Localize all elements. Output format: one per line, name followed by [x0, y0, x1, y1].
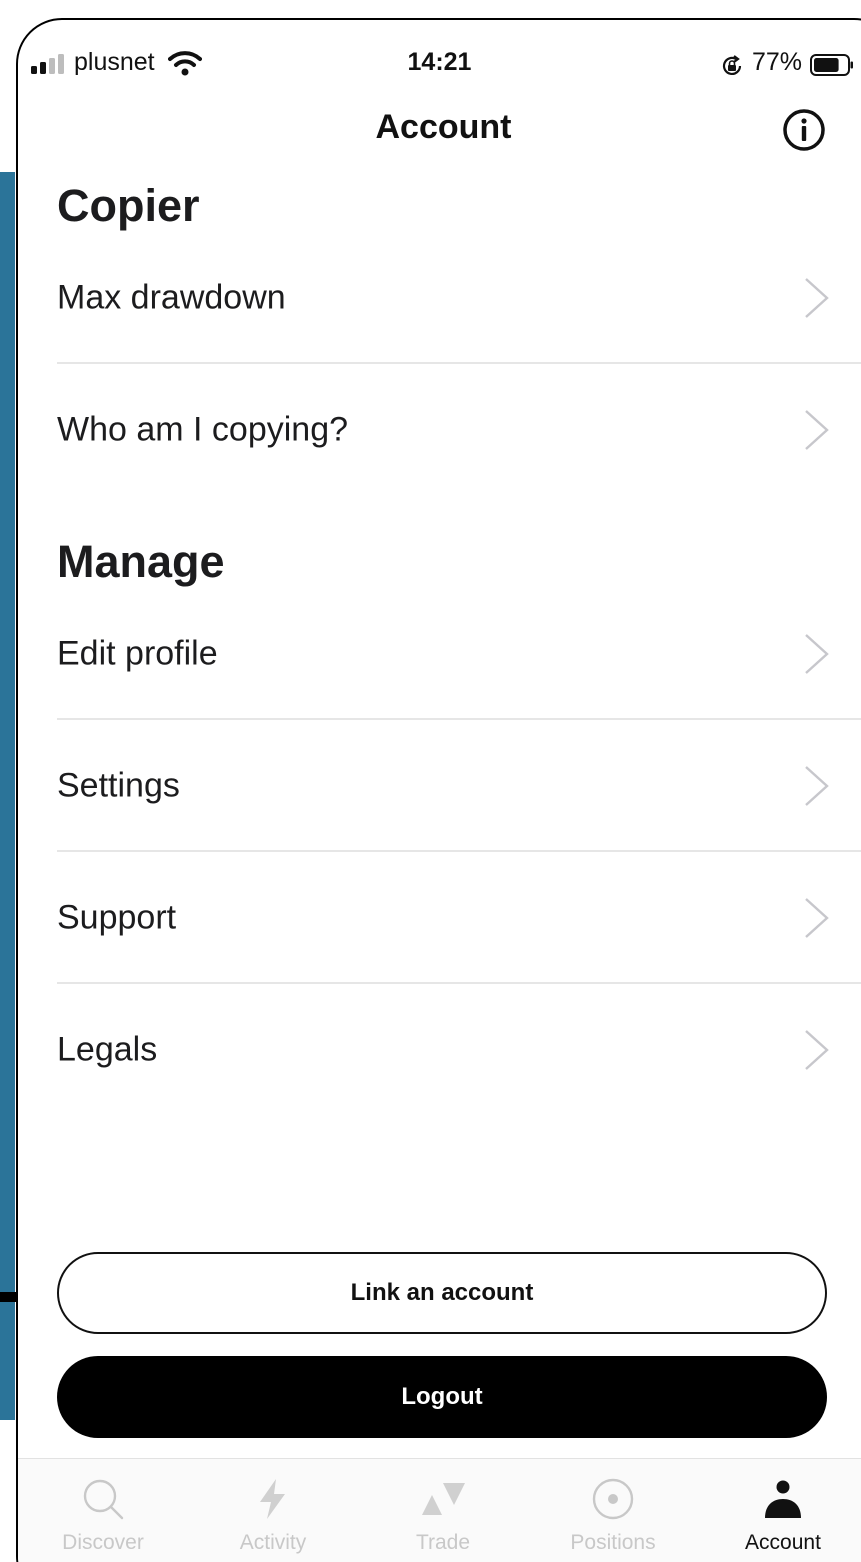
target-icon — [592, 1478, 634, 1520]
menu-item-label: Legals — [57, 1030, 158, 1069]
chevron-right-icon — [805, 410, 829, 450]
chevron-right-icon — [805, 634, 829, 674]
screen: plusnet 14:21 77% Account Copier Max dra… — [0, 0, 861, 1562]
phone-frame: plusnet 14:21 77% Account Copier Max dra… — [16, 18, 861, 1562]
tab-trade[interactable]: Trade — [358, 1459, 528, 1562]
tab-account[interactable]: Account — [698, 1459, 861, 1562]
tab-discover[interactable]: Discover — [18, 1459, 188, 1562]
search-icon — [83, 1479, 124, 1520]
menu-item-max-drawdown[interactable]: Max drawdown — [57, 232, 861, 364]
tab-label: Positions — [570, 1531, 656, 1554]
tab-label: Account — [745, 1531, 821, 1554]
menu-item-label: Settings — [57, 766, 180, 805]
logout-button[interactable]: Logout — [57, 1356, 827, 1438]
section-title-copier: Copier — [57, 180, 200, 231]
menu-item-who-am-i-copying[interactable]: Who am I copying? — [57, 364, 861, 496]
status-bar: plusnet 14:21 77% — [18, 20, 861, 108]
page-title: Account — [375, 108, 512, 146]
menu-item-label: Max drawdown — [57, 278, 286, 317]
tab-positions[interactable]: Positions — [528, 1459, 698, 1562]
link-account-button[interactable]: Link an account — [57, 1252, 827, 1334]
chevron-right-icon — [805, 278, 829, 318]
menu-item-legals[interactable]: Legals — [57, 984, 861, 1116]
lightning-icon — [260, 1479, 285, 1519]
person-icon — [765, 1480, 801, 1518]
trade-arrows-icon — [422, 1483, 465, 1515]
tab-label: Trade — [415, 1531, 471, 1554]
chevron-right-icon — [805, 898, 829, 938]
tab-activity[interactable]: Activity — [188, 1459, 358, 1562]
menu-item-settings[interactable]: Settings — [57, 720, 861, 852]
chevron-right-icon — [805, 766, 829, 806]
section-title-manage: Manage — [57, 536, 225, 587]
chevron-right-icon — [805, 1030, 829, 1070]
menu-item-support[interactable]: Support — [57, 852, 861, 984]
menu-item-edit-profile[interactable]: Edit profile — [57, 588, 861, 720]
battery-icon — [810, 54, 853, 76]
info-icon[interactable] — [782, 108, 826, 152]
tab-label: Discover — [62, 1531, 144, 1554]
tab-label: Activity — [239, 1531, 307, 1554]
rotation-lock-icon — [722, 55, 742, 75]
tab-bar: Discover Activity Trade Positions Accoun… — [18, 1458, 861, 1562]
menu-item-label: Who am I copying? — [57, 410, 349, 449]
background-accent-strip — [0, 172, 15, 1420]
battery-percent: 77% — [752, 48, 803, 76]
menu-item-label: Edit profile — [57, 634, 218, 673]
menu-item-label: Support — [57, 898, 177, 937]
